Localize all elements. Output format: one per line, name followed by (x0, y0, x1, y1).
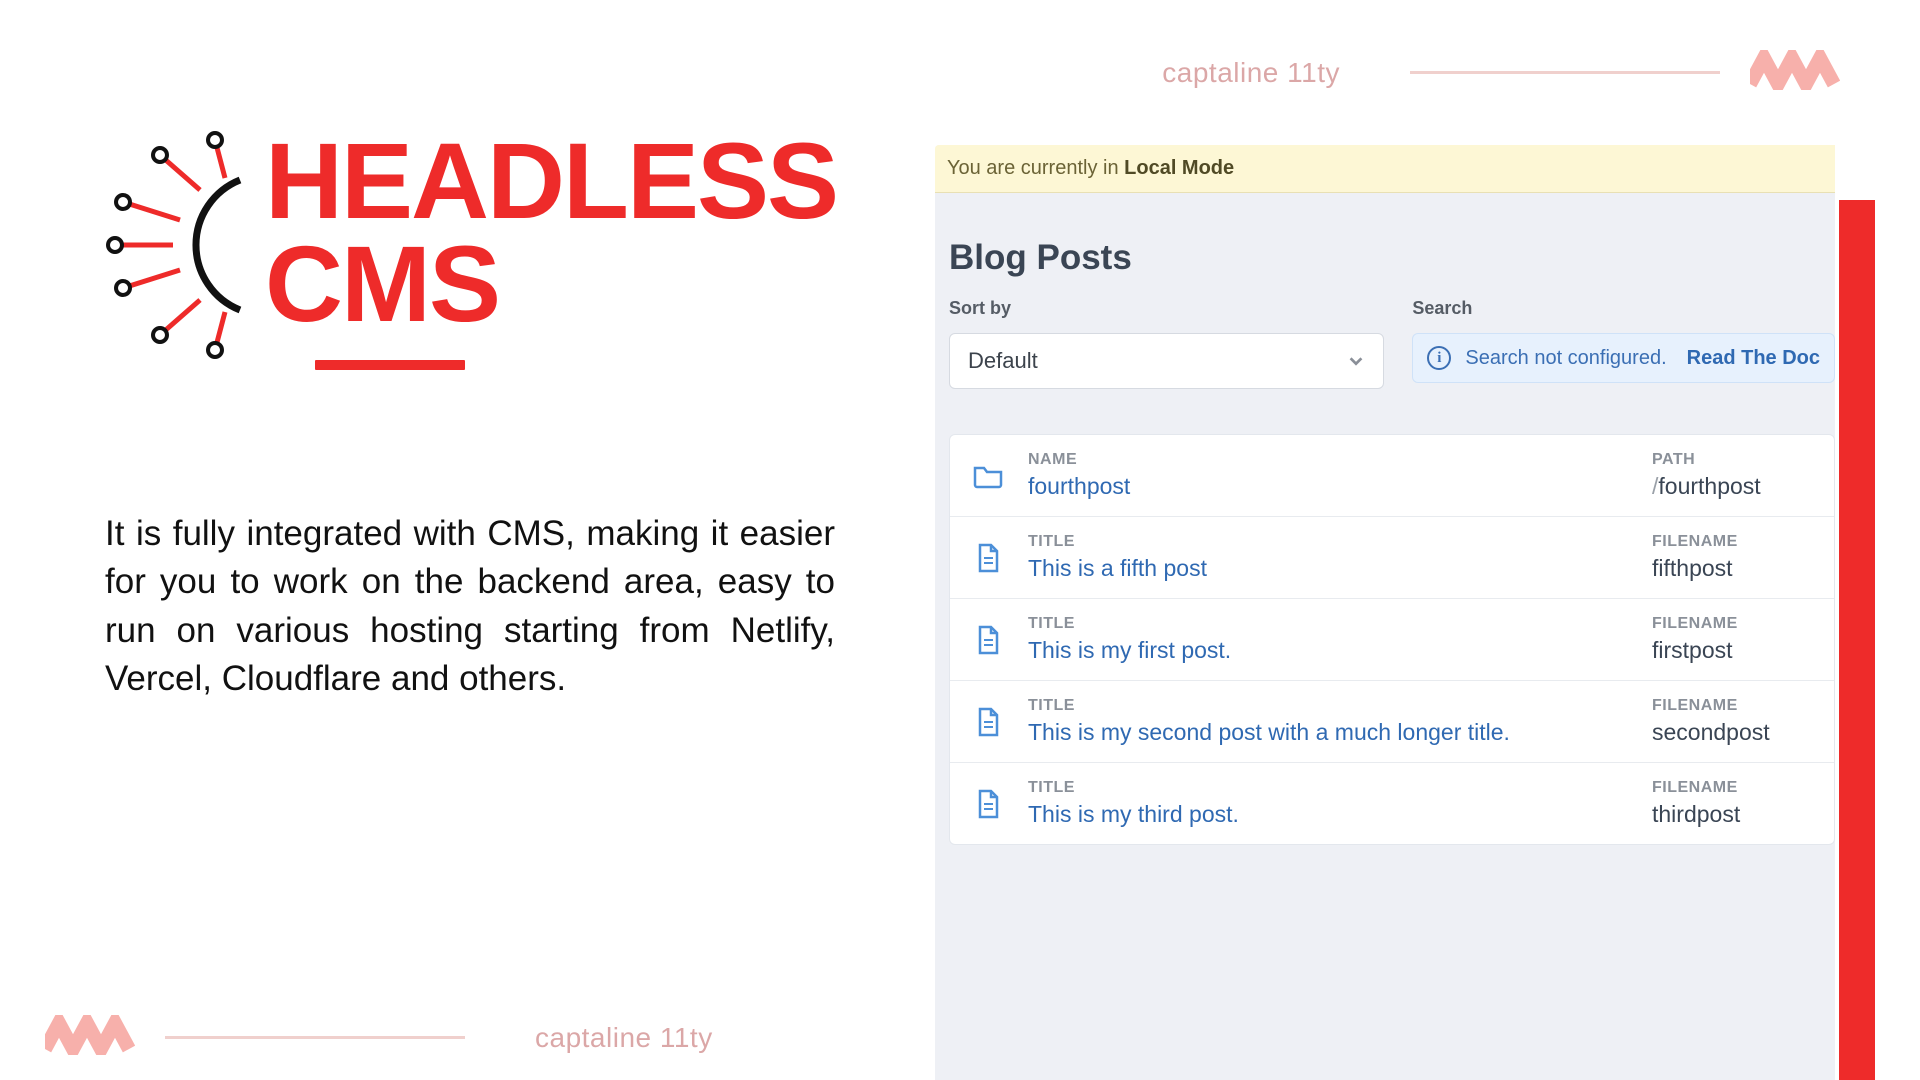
folder-icon (972, 460, 1004, 492)
list-item[interactable]: TITLE This is my first post. FILENAME fi… (950, 599, 1834, 681)
zigzag-icon (1750, 50, 1840, 95)
brand-bottom-line (165, 1036, 465, 1039)
sort-select[interactable]: Default (949, 333, 1384, 389)
file-icon (972, 706, 1004, 738)
file-icon (972, 624, 1004, 656)
post-list: NAME fourthpost PATH /fourthpost TITLE T… (949, 434, 1835, 845)
sort-label: Sort by (949, 298, 1384, 319)
search-box: i Search not configured. Read The Doc (1412, 333, 1835, 383)
zigzag-icon (45, 1015, 135, 1060)
cms-network-icon (105, 130, 245, 360)
info-icon: i (1427, 346, 1451, 370)
brand-bottom-label: captaline 11ty (535, 1022, 713, 1054)
brand-top-line (1410, 71, 1720, 74)
file-icon (972, 788, 1004, 820)
description: It is fully integrated with CMS, making … (105, 510, 835, 703)
heading-row: HEADLESS CMS (105, 130, 835, 370)
title-underline (315, 360, 465, 370)
localmode-banner: You are currently in Local Mode (935, 145, 1835, 193)
read-docs-link[interactable]: Read The Doc (1687, 347, 1820, 370)
list-item[interactable]: TITLE This is a fifth post FILENAME fift… (950, 517, 1834, 599)
brand-top-label: captaline 11ty (1162, 57, 1340, 89)
sort-value: Default (968, 348, 1038, 374)
brand-bottom: captaline 11ty (45, 1015, 713, 1060)
list-item[interactable]: TITLE This is my second post with a much… (950, 681, 1834, 763)
list-item[interactable]: TITLE This is my third post. FILENAME th… (950, 763, 1834, 844)
search-msg: Search not configured. (1465, 347, 1666, 370)
page-title: HEADLESS CMS (265, 130, 837, 335)
search-label: Search (1412, 298, 1835, 319)
file-icon (972, 542, 1004, 574)
accent-bar (1839, 200, 1875, 1080)
panel-title: Blog Posts (949, 238, 1835, 278)
chevron-down-icon (1347, 352, 1365, 370)
brand-top: captaline 11ty (1162, 50, 1840, 95)
list-item[interactable]: NAME fourthpost PATH /fourthpost (950, 435, 1834, 517)
cms-panel: You are currently in Local Mode Blog Pos… (935, 145, 1835, 1080)
